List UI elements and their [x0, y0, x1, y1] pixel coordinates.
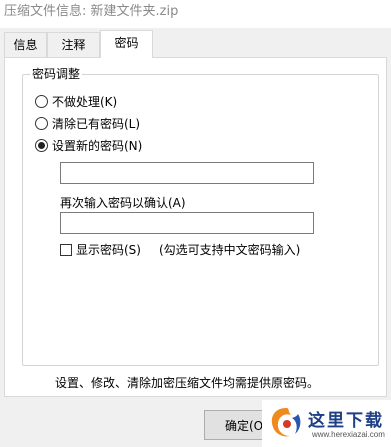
radio-label: 设置新的密码(N): [52, 138, 143, 153]
confirm-password-label: 再次输入密码以确认(A): [60, 196, 186, 210]
show-password-checkbox[interactable]: [60, 243, 72, 256]
show-password-checkbox-row[interactable]: 显示密码(S) (勾选可支持中文密码输入): [60, 241, 300, 258]
tab-password[interactable]: 密码: [100, 30, 153, 58]
dialog-window: 压缩文件信息: 新建文件夹.zip 信息 注释 密码 密码调整 不做处理(K) …: [0, 0, 391, 447]
watermark-logo: 这里下载 www.herexiazai.com: [262, 400, 391, 447]
password-footer-note: 设置、修改、清除加密压缩文件均需提供原密码。: [55, 376, 320, 390]
confirm-password-input[interactable]: [60, 212, 314, 234]
new-password-input[interactable]: [60, 162, 314, 184]
radio-label: 不做处理(K): [52, 94, 118, 109]
radio-button[interactable]: [35, 94, 48, 108]
tab-info[interactable]: 信息: [4, 32, 47, 57]
window-title: 压缩文件信息: 新建文件夹.zip: [4, 4, 179, 19]
chinese-password-hint: (勾选可支持中文密码输入): [158, 243, 301, 257]
radio-clear-password[interactable]: 清除已有密码(L): [35, 114, 140, 132]
watermark-text: 这里下载: [308, 411, 384, 431]
radio-set-new-password[interactable]: 设置新的密码(N): [35, 136, 142, 154]
tab-comment[interactable]: 注释: [47, 32, 100, 57]
watermark-swirl-icon: [271, 408, 301, 437]
watermark-url: www.herexiazai.com: [312, 430, 385, 439]
tab-panel-password: 密码调整 不做处理(K) 清除已有密码(L) 设置新的密码(N) 再次输入密码以…: [4, 57, 387, 397]
group-title: 密码调整: [30, 66, 83, 82]
radio-button-selected[interactable]: [35, 138, 48, 152]
password-group-box: 密码调整 不做处理(K) 清除已有密码(L) 设置新的密码(N) 再次输入密码以…: [22, 66, 379, 366]
tab-strip: 信息 注释 密码: [0, 30, 391, 58]
radio-label: 清除已有密码(L): [52, 116, 141, 131]
show-password-label: 显示密码(S): [76, 243, 141, 257]
window-title-bar: 压缩文件信息: 新建文件夹.zip: [0, 0, 391, 28]
radio-keep-unchanged[interactable]: 不做处理(K): [35, 92, 117, 110]
radio-button[interactable]: [35, 116, 48, 130]
